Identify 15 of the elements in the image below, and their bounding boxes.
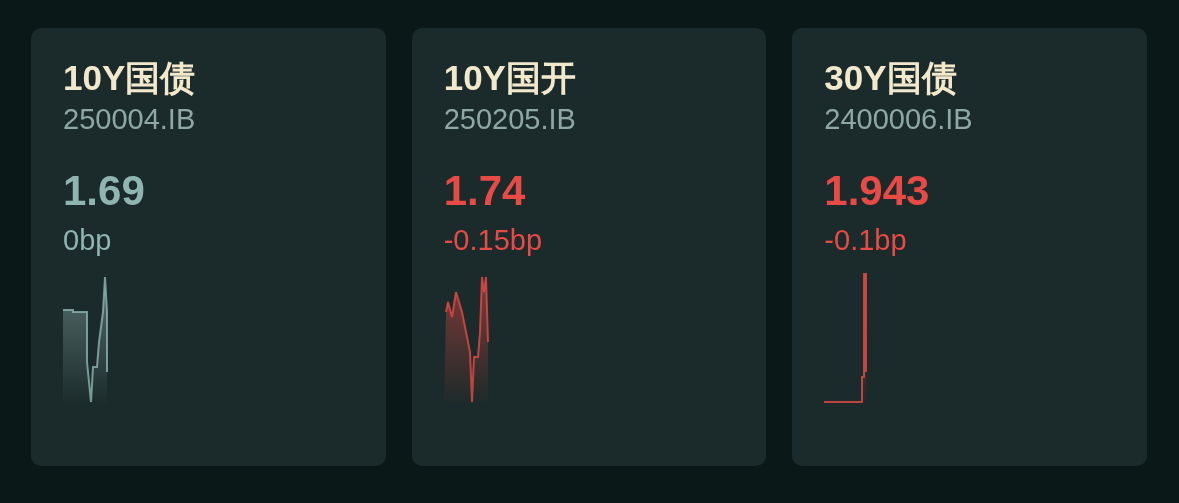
quote-card[interactable]: 30Y国债 2400006.IB 1.943 -0.1bp xyxy=(792,28,1147,466)
bond-name: 30Y国债 xyxy=(824,57,957,99)
bond-name: 10Y国开 xyxy=(443,57,576,99)
quote-card[interactable]: 10Y国债 250004.IB 1.69 0bp xyxy=(31,28,386,466)
yield-value: 1.74 xyxy=(443,166,526,216)
yield-change: 0bp xyxy=(63,223,112,258)
quote-card[interactable]: 10Y国开 250205.IB 1.74 -0.15bp xyxy=(411,28,767,466)
bond-code: 2400006.IB xyxy=(824,102,973,136)
yield-change: -0.15bp xyxy=(443,223,543,258)
yield-value: 1.69 xyxy=(63,166,145,216)
bond-code: 250004.IB xyxy=(63,102,196,136)
yield-value: 1.943 xyxy=(824,166,930,216)
bond-name: 10Y国债 xyxy=(63,57,196,99)
bond-code: 250205.IB xyxy=(443,102,576,136)
yield-change: -0.1bp xyxy=(824,223,907,258)
